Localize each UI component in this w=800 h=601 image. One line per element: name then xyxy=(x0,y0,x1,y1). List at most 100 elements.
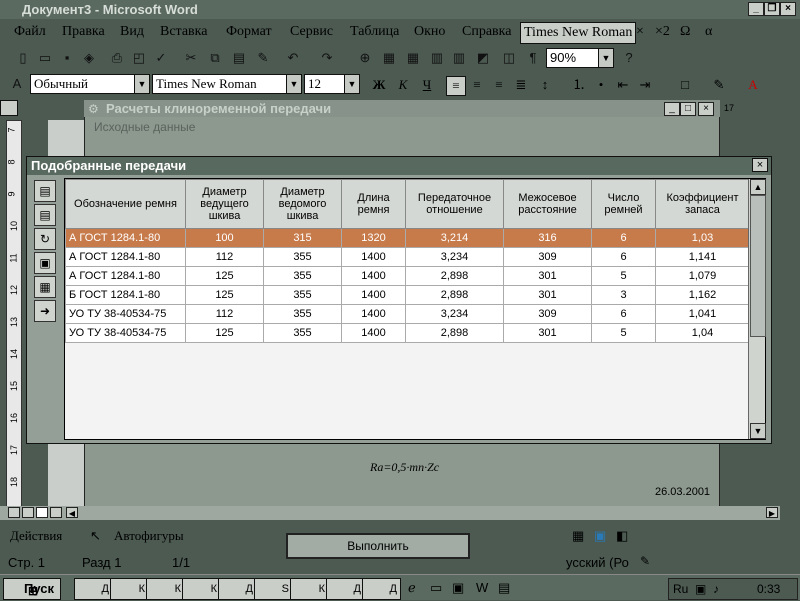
col-belt[interactable]: Обозначение ремня xyxy=(65,179,186,229)
taskbar-item[interactable]: S xyxy=(254,578,293,600)
menu-insert[interactable]: Вставка xyxy=(160,24,207,40)
media-icon[interactable]: ▤ xyxy=(498,580,510,596)
col-safety[interactable]: Коэффициент запаса xyxy=(655,179,750,229)
chevron-down-icon[interactable]: ▼ xyxy=(286,75,301,93)
subscript-symbol[interactable]: ×2 xyxy=(655,24,670,40)
add-record-icon[interactable]: ▤ xyxy=(34,180,56,202)
print-icon[interactable]: ⎙ xyxy=(108,49,126,67)
chart-icon[interactable]: ▦ xyxy=(34,276,56,298)
col-driving-diam[interactable]: Диаметр ведущего шкива xyxy=(185,179,264,229)
dialog-close-button[interactable]: × xyxy=(752,158,768,172)
col-center-dist[interactable]: Межосевое расстояние xyxy=(503,179,592,229)
scroll-down-icon[interactable]: ▼ xyxy=(750,423,766,439)
show-hide-icon[interactable]: ¶ xyxy=(524,49,542,67)
insert-excel-icon[interactable]: ▥ xyxy=(428,49,446,67)
italic-button[interactable]: К xyxy=(394,76,412,94)
zoom-select[interactable]: 90% ▼ xyxy=(546,48,614,68)
copy-icon[interactable]: ⧉ xyxy=(206,49,224,67)
table-row[interactable]: А ГОСТ 1284.1-80 112 355 1400 3,234 309 … xyxy=(65,247,750,267)
table-row[interactable]: УО ТУ 38-40534-75 112 355 1400 3,234 309… xyxy=(65,304,750,324)
cut-icon[interactable]: ✂ xyxy=(182,49,200,67)
cursor-icon[interactable]: ↖ xyxy=(90,528,101,544)
menu-table[interactable]: Таблица xyxy=(350,24,399,40)
menu-window[interactable]: Окно xyxy=(414,24,445,40)
col-length[interactable]: Длина ремня xyxy=(341,179,406,229)
insert-table-icon[interactable]: ▦ xyxy=(404,49,422,67)
styles-icon[interactable]: A xyxy=(8,75,26,93)
minimize-button[interactable]: _ xyxy=(748,2,764,16)
bullets-icon[interactable]: • xyxy=(592,76,610,94)
explorer-icon[interactable]: ▣ xyxy=(452,580,464,596)
print-preview-icon[interactable]: ◰ xyxy=(130,49,148,67)
justify-icon[interactable]: ≣ xyxy=(512,76,530,94)
scroll-left-icon[interactable]: ◀ xyxy=(66,507,78,518)
chevron-down-icon[interactable]: ▼ xyxy=(598,49,613,67)
grid-icon[interactable]: ▦ xyxy=(572,528,584,544)
open-icon[interactable]: ▭ xyxy=(36,49,54,67)
help-icon[interactable]: ? xyxy=(620,49,638,67)
table-row[interactable]: А ГОСТ 1284.1-80 100 315 1320 3,214 316 … xyxy=(65,228,750,248)
export-icon[interactable]: ▣ xyxy=(34,252,56,274)
taskbar-item[interactable]: Д xyxy=(362,578,401,600)
hyperlink-icon[interactable]: ⊕ xyxy=(356,49,374,67)
taskbar-item[interactable]: К xyxy=(182,578,221,600)
autoshapes-menu[interactable]: Автофигуры xyxy=(114,528,184,544)
font-select[interactable]: Times New Roman ▼ xyxy=(152,74,302,94)
bold-button[interactable]: Ж xyxy=(370,76,388,94)
tables-borders-icon[interactable]: ▦ xyxy=(380,49,398,67)
line-spacing-icon[interactable]: ↕ xyxy=(536,76,554,94)
menu-format[interactable]: Формат xyxy=(226,24,272,40)
language-indicator[interactable]: Ru xyxy=(673,582,688,596)
col-belt-count[interactable]: Число ремней xyxy=(591,179,656,229)
drives-grid[interactable]: Обозначение ремня Диаметр ведущего шкива… xyxy=(64,178,766,440)
restore-button[interactable]: ❐ xyxy=(764,2,780,16)
word-icon[interactable]: W xyxy=(476,580,488,595)
spelling-status-icon[interactable]: ✎ xyxy=(640,554,650,568)
alpha-symbol[interactable]: α xyxy=(705,24,712,40)
align-right-icon[interactable]: ≡ xyxy=(490,76,508,94)
menu-edit[interactable]: Правка xyxy=(62,24,105,40)
underline-button[interactable]: Ч xyxy=(418,76,436,94)
calc-close-button[interactable]: × xyxy=(698,102,714,116)
highlight-icon[interactable]: ✎ xyxy=(710,76,728,94)
normal-view-icon[interactable] xyxy=(8,507,20,518)
calc-minimize-button[interactable]: _ xyxy=(664,102,680,116)
network-icon[interactable]: ▣ xyxy=(695,582,706,596)
menu-view[interactable]: Вид xyxy=(120,24,144,40)
new-doc-icon[interactable]: ▯ xyxy=(14,49,32,67)
taskbar-item[interactable]: Д xyxy=(218,578,257,600)
table-row[interactable]: Б ГОСТ 1284.1-80 125 355 1400 2,898 301 … xyxy=(65,285,750,305)
layout-view-icon[interactable] xyxy=(36,507,48,518)
horizontal-scrollbar[interactable]: ◀ ▶ xyxy=(0,506,780,520)
execute-button[interactable]: Выполнить xyxy=(286,533,470,559)
numbering-icon[interactable]: ⒈ xyxy=(570,76,588,94)
size-select[interactable]: 12 ▼ xyxy=(304,74,360,94)
font-display[interactable]: Times New Roman xyxy=(520,22,637,44)
doc-map-icon[interactable]: ◫ xyxy=(500,49,518,67)
spelling-icon[interactable]: ✓ xyxy=(152,49,170,67)
table-row[interactable]: А ГОСТ 1284.1-80 125 355 1400 2,898 301 … xyxy=(65,266,750,286)
chevron-down-icon[interactable]: ▼ xyxy=(344,75,359,93)
omega-symbol[interactable]: Ω xyxy=(680,24,690,40)
taskbar-item[interactable]: Д xyxy=(326,578,365,600)
drawing-icon[interactable]: ◩ xyxy=(474,49,492,67)
scroll-right-icon[interactable]: ▶ xyxy=(766,507,778,518)
border-icon[interactable]: □ xyxy=(676,76,694,94)
calc-maximize-button[interactable]: □ xyxy=(680,102,696,116)
style-select[interactable]: Обычный ▼ xyxy=(30,74,150,94)
table-row[interactable]: УО ТУ 38-40534-75 125 355 1400 2,898 301… xyxy=(65,323,750,343)
taskbar-item[interactable]: К xyxy=(146,578,185,600)
col-ratio[interactable]: Передаточное отношение xyxy=(405,179,504,229)
start-button[interactable]: ⊞ Пуск xyxy=(3,578,61,600)
permission-icon[interactable]: ◈ xyxy=(80,49,98,67)
copy-record-icon[interactable]: ▤ xyxy=(34,204,56,226)
decrease-indent-icon[interactable]: ⇤ xyxy=(614,76,632,94)
taskbar-item[interactable]: К xyxy=(110,578,149,600)
redo-icon[interactable]: ↷ xyxy=(318,49,336,67)
exit-icon[interactable]: ➜ xyxy=(34,300,56,322)
refresh-icon[interactable]: ↻ xyxy=(34,228,56,250)
grid-scrollbar[interactable]: ▲ ▼ xyxy=(748,179,766,439)
close-window-button[interactable]: × xyxy=(780,2,796,16)
chevron-down-icon[interactable]: ▼ xyxy=(134,75,149,93)
undo-icon[interactable]: ↶ xyxy=(284,49,302,67)
